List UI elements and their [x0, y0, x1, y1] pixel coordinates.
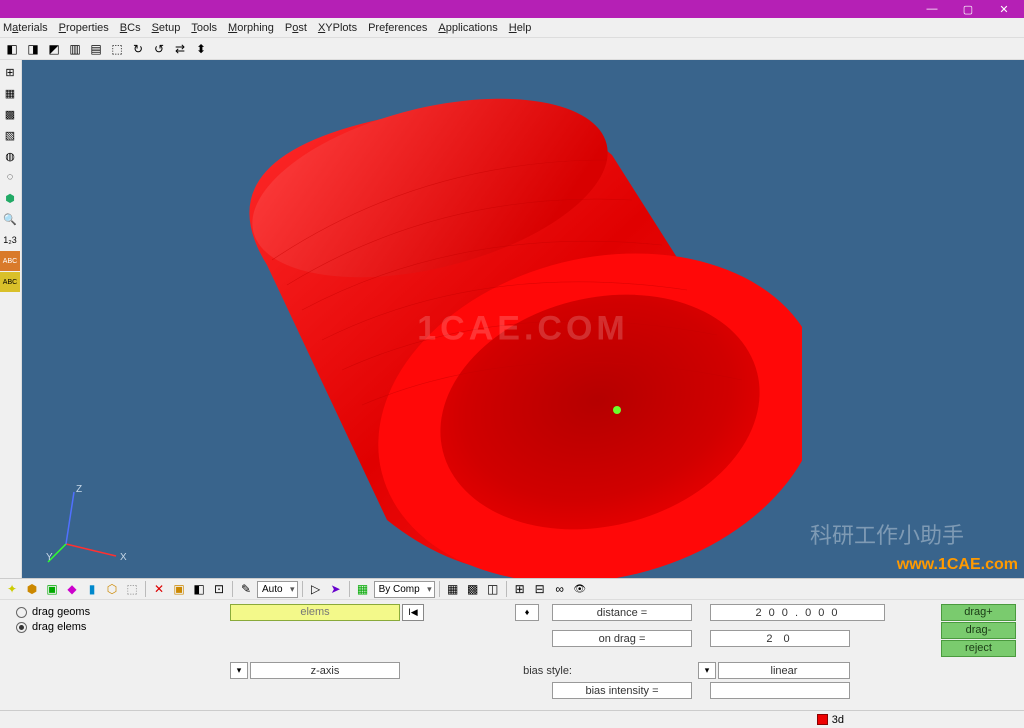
- side-icon-3[interactable]: ▩: [0, 104, 20, 124]
- toolbar-icon-7[interactable]: ↻: [129, 40, 147, 58]
- tb2-icon-5[interactable]: ▮: [83, 580, 101, 598]
- axis-z-label: Z: [76, 484, 82, 495]
- minimize-button[interactable]: —: [914, 1, 950, 17]
- ondrag-input[interactable]: 2 0: [710, 630, 850, 647]
- radio-dot-elems: [16, 622, 27, 633]
- toolbar-icon-10[interactable]: ⬍: [192, 40, 210, 58]
- biasstyle-label: bias style:: [512, 662, 572, 679]
- status-color-swatch: [817, 714, 828, 725]
- radio-label-elems: drag elems: [32, 621, 86, 633]
- menu-materials[interactable]: Materials: [3, 22, 48, 34]
- status-mode-label: 3d: [832, 714, 844, 726]
- tb2-play-icon[interactable]: ▷: [307, 580, 325, 598]
- drag-minus-button[interactable]: drag-: [941, 622, 1016, 639]
- tb2-mesh1-icon[interactable]: ⊞: [511, 580, 529, 598]
- side-icon-7[interactable]: ⬢: [0, 188, 20, 208]
- title-bar: — ▢ ✕: [0, 0, 1024, 18]
- tb2-icon-10[interactable]: ◧: [190, 580, 208, 598]
- toolbar-icon-6[interactable]: ⬚: [108, 40, 126, 58]
- side-icon-6[interactable]: ◌: [0, 167, 20, 187]
- tb2-icon-1[interactable]: ✦: [3, 580, 21, 598]
- side-icon-5[interactable]: ◍: [0, 146, 20, 166]
- biasstyle-value[interactable]: linear: [718, 662, 850, 679]
- tb2-cursor-icon[interactable]: ➤: [327, 580, 345, 598]
- menu-post[interactable]: Post: [285, 22, 307, 34]
- viewport-3d[interactable]: 1CAE.COM 科研工作小助手 www.1CAE.com X Y Z: [22, 60, 1024, 578]
- distance-spinner[interactable]: ♦: [515, 604, 539, 621]
- side-icon-search[interactable]: 🔍: [0, 209, 20, 229]
- tb2-icon-3[interactable]: ▣: [43, 580, 61, 598]
- close-button[interactable]: ✕: [986, 1, 1022, 17]
- toolbar-icon-5[interactable]: ▤: [87, 40, 105, 58]
- radio-dot-geoms: [16, 607, 27, 618]
- tb2-bycomp-dropdown[interactable]: By Comp: [374, 581, 435, 598]
- menu-morphing[interactable]: Morphing: [228, 22, 274, 34]
- menu-bcs[interactable]: BCs: [120, 22, 141, 34]
- tb2-auto-dropdown[interactable]: Auto: [257, 581, 298, 598]
- reject-button[interactable]: reject: [941, 640, 1016, 657]
- side-icon-1[interactable]: ⊞: [0, 62, 20, 82]
- menu-bar: Materials Properties BCs Setup Tools Mor…: [0, 18, 1024, 38]
- axis-triad: X Y Z: [46, 484, 136, 564]
- radio-drag-geoms[interactable]: drag geoms: [16, 606, 90, 618]
- biasint-label: bias intensity =: [552, 682, 692, 699]
- tb2-folder-icon[interactable]: ▣: [170, 580, 188, 598]
- side-toolbar: ⊞ ▦ ▩ ▧ ◍ ◌ ⬢ 🔍 1₂3 ABC ABC: [0, 60, 22, 578]
- tb2-icon-11[interactable]: ⊡: [210, 580, 228, 598]
- menu-help[interactable]: Help: [509, 22, 532, 34]
- menu-preferences[interactable]: Preferences: [368, 22, 427, 34]
- watermark-corner-url: www.1CAE.com: [897, 556, 1018, 574]
- tb2-trans-icon[interactable]: ◫: [484, 580, 502, 598]
- tb2-link-icon[interactable]: ∞: [551, 580, 569, 598]
- menu-xyplots[interactable]: XYPlots: [318, 22, 357, 34]
- toolbar-icon-3[interactable]: ◩: [45, 40, 63, 58]
- tb2-wire-icon[interactable]: ▦: [444, 580, 462, 598]
- axis-dropdown-arrow[interactable]: ▾: [230, 662, 248, 679]
- toolbar-top: ◧ ◨ ◩ ▥ ▤ ⬚ ↻ ↺ ⇄ ⬍: [0, 38, 1024, 60]
- status-bar: 3d: [0, 710, 1024, 728]
- tb2-wand-icon[interactable]: ✎: [237, 580, 255, 598]
- toolbar-icon-2[interactable]: ◨: [24, 40, 42, 58]
- tb2-icon-7[interactable]: ⬚: [123, 580, 141, 598]
- command-panel: drag geoms drag elems elems I◀ ▾ z-axis …: [0, 600, 1024, 728]
- maximize-button[interactable]: ▢: [950, 1, 986, 17]
- distance-input[interactable]: 2 0 0 . 0 0 0: [710, 604, 885, 621]
- axis-y-label: Y: [46, 552, 53, 563]
- toolbar-icon-4[interactable]: ▥: [66, 40, 84, 58]
- ondrag-label: on drag =: [552, 630, 692, 647]
- radio-drag-elems[interactable]: drag elems: [16, 621, 90, 633]
- menu-tools[interactable]: Tools: [191, 22, 217, 34]
- tb2-icon-6[interactable]: ⬡: [103, 580, 121, 598]
- elems-toggle[interactable]: I◀: [402, 604, 424, 621]
- tb2-eye-icon[interactable]: 👁: [571, 580, 589, 598]
- tb2-comp-icon[interactable]: ▦: [354, 580, 372, 598]
- tb2-shaded-icon[interactable]: ▩: [464, 580, 482, 598]
- toolbar-bottom: ✦ ⬢ ▣ ◆ ▮ ⬡ ⬚ ✕ ▣ ◧ ⊡ ✎ Auto ▷ ➤ ▦ By Co…: [0, 578, 1024, 600]
- toolbar-icon-8[interactable]: ↺: [150, 40, 168, 58]
- side-icon-abc2[interactable]: ABC: [0, 272, 20, 292]
- tb2-mesh2-icon[interactable]: ⊟: [531, 580, 549, 598]
- distance-label: distance =: [552, 604, 692, 621]
- axis-dropdown[interactable]: z-axis: [250, 662, 400, 679]
- side-icon-9[interactable]: 1₂3: [0, 230, 20, 250]
- biasstyle-dropdown-arrow[interactable]: ▾: [698, 662, 716, 679]
- side-icon-2[interactable]: ▦: [0, 83, 20, 103]
- watermark-corner-cn: 科研工作小助手: [810, 518, 964, 550]
- side-icon-4[interactable]: ▧: [0, 125, 20, 145]
- biasint-input[interactable]: [710, 682, 850, 699]
- menu-properties[interactable]: Properties: [59, 22, 109, 34]
- drag-plus-button[interactable]: drag+: [941, 604, 1016, 621]
- elems-selector-button[interactable]: elems: [230, 604, 400, 621]
- tb2-delete-icon[interactable]: ✕: [150, 580, 168, 598]
- side-icon-abc1[interactable]: ABC: [0, 251, 20, 271]
- toolbar-icon-9[interactable]: ⇄: [171, 40, 189, 58]
- tb2-icon-2[interactable]: ⬢: [23, 580, 41, 598]
- toolbar-icon-1[interactable]: ◧: [3, 40, 21, 58]
- axis-x-label: X: [120, 552, 127, 563]
- menu-applications[interactable]: Applications: [438, 22, 497, 34]
- radio-label-geoms: drag geoms: [32, 606, 90, 618]
- menu-setup[interactable]: Setup: [152, 22, 181, 34]
- tb2-icon-4[interactable]: ◆: [63, 580, 81, 598]
